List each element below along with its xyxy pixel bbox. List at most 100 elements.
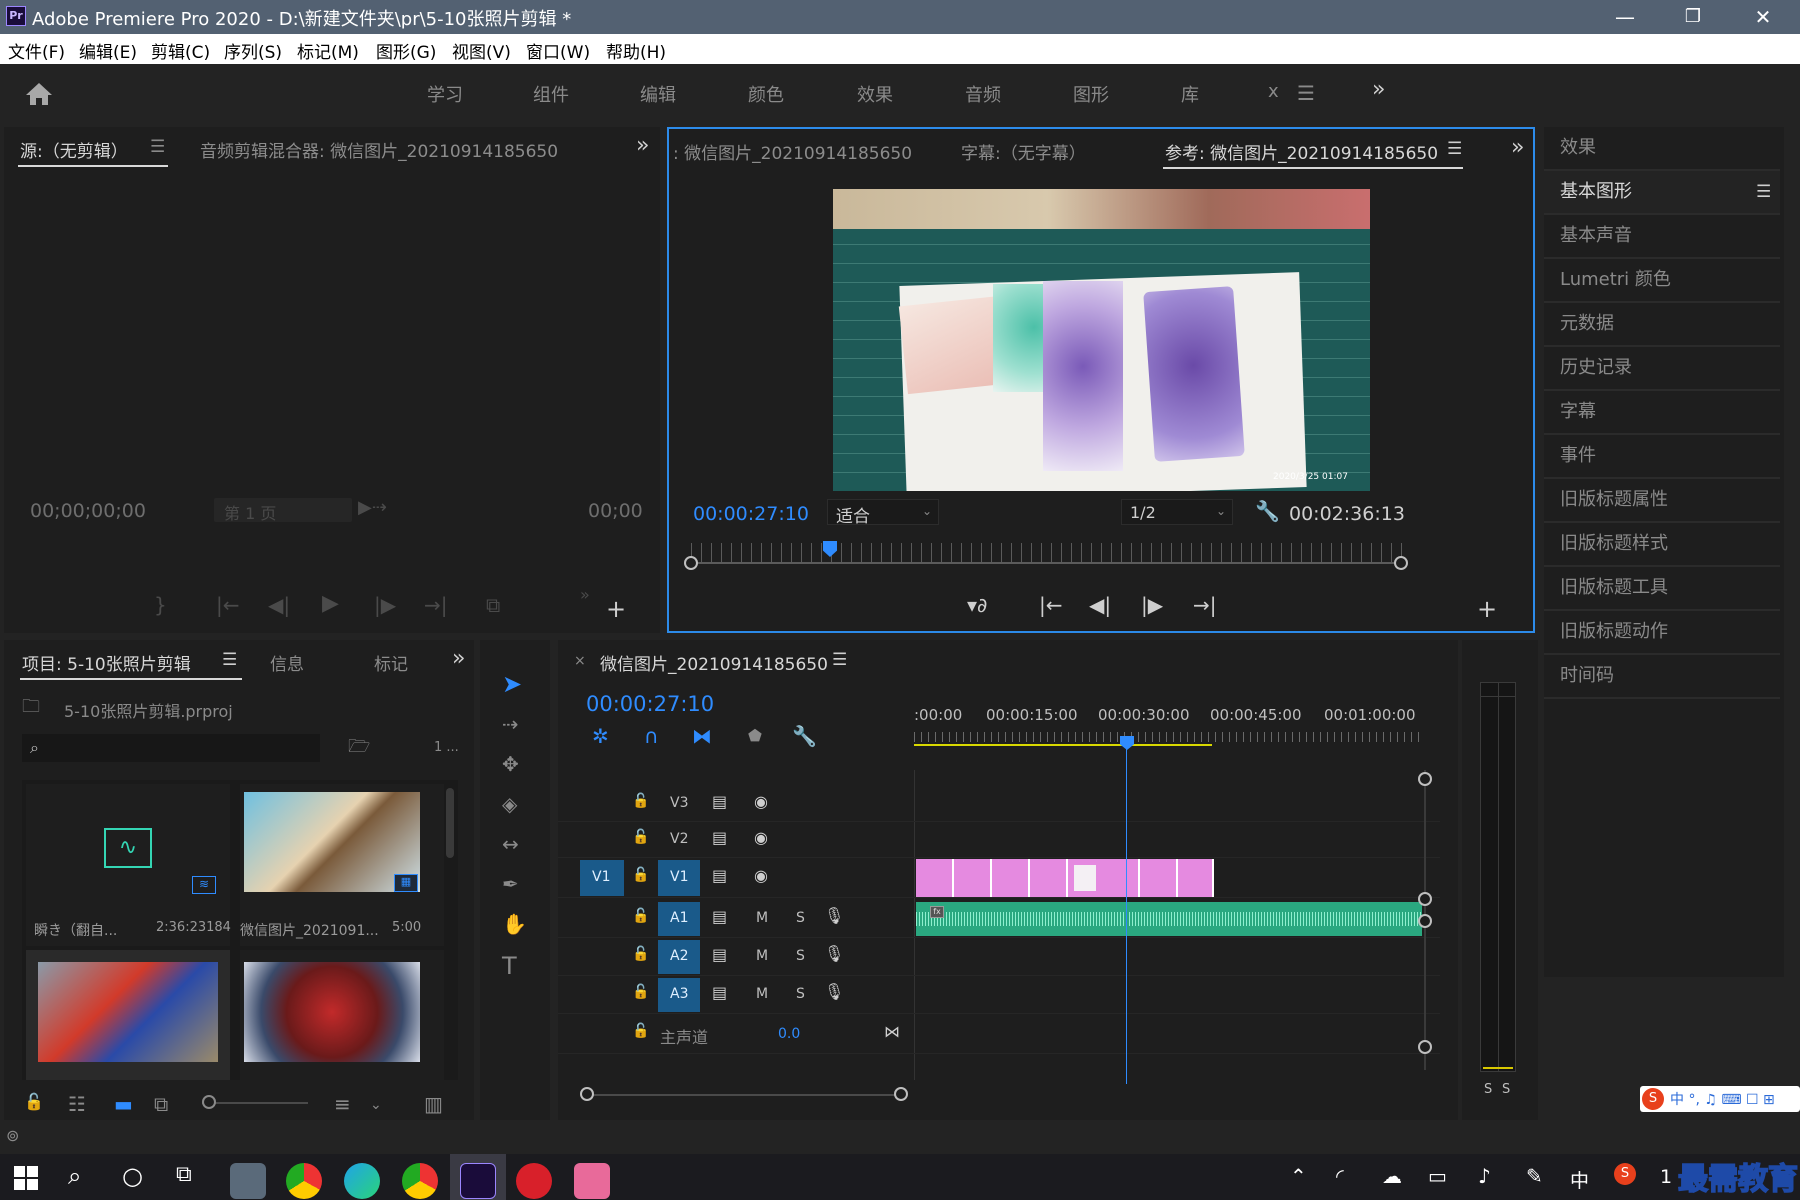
mute-button[interactable]: M — [756, 910, 768, 926]
resolution-dropdown[interactable]: 1/2 ⌄ — [1121, 499, 1233, 525]
lock-icon[interactable]: 🔓 — [632, 985, 649, 999]
eye-icon[interactable]: ◉ — [754, 794, 768, 810]
panel-captions[interactable]: 字幕 — [1544, 391, 1780, 435]
snap-icon[interactable]: ∩ — [644, 726, 659, 746]
workspace-menu-icon[interactable]: ☰ — [1297, 81, 1315, 105]
microphone-icon[interactable]: 🎙 — [824, 908, 844, 924]
tab-audio-clip-mixer[interactable]: 音频剪辑混合器: 微信图片_20210914185650 — [200, 137, 558, 162]
program-menu-icon[interactable]: ☰ — [1447, 141, 1462, 158]
clock[interactable]: 1 — [1660, 1166, 1672, 1188]
source-patch-v1[interactable]: V1 — [580, 860, 624, 896]
panel-effects[interactable]: 效果 — [1544, 127, 1780, 171]
meter-solo-left[interactable]: S — [1484, 1082, 1492, 1097]
image-clip[interactable] — [954, 859, 992, 897]
microphone-icon[interactable]: 🎙 — [824, 946, 844, 962]
edge-icon[interactable] — [344, 1163, 380, 1199]
workspace-assembly[interactable]: 组件 — [533, 81, 569, 107]
tab-project[interactable]: 项目: 5-10张照片剪辑 — [22, 650, 191, 675]
panel-legacy-title-tools[interactable]: 旧版标题工具 — [1544, 567, 1780, 611]
project-menu-icon[interactable]: ☰ — [222, 652, 237, 669]
razor-tool-icon[interactable]: ◈ — [502, 794, 517, 814]
ime-toolbar[interactable]: S 中 °, ♫ ⌨ ☐ ⊞ — [1640, 1086, 1800, 1112]
media-item-image[interactable]: ▦ 微信图片_2021091... 5:00 — [240, 784, 444, 946]
lock-icon[interactable]: 🔓 — [632, 909, 649, 923]
menu-file[interactable]: 文件(F) — [8, 38, 65, 63]
video-app-icon[interactable] — [574, 1163, 610, 1199]
input-language[interactable]: 中 — [1570, 1166, 1589, 1193]
menu-help[interactable]: 帮助(H) — [606, 38, 666, 63]
tab-markers[interactable]: 标记 — [374, 650, 408, 675]
panel-legacy-title-actions[interactable]: 旧版标题动作 — [1544, 611, 1780, 655]
close-button[interactable]: ✕ — [1736, 2, 1790, 32]
time-ruler[interactable]: :00:00 00:00:15:00 00:00:30:00 00:00:45:… — [914, 694, 1444, 764]
mark-out-icon[interactable]: } — [154, 595, 167, 615]
zoom-slider[interactable] — [202, 1102, 308, 1104]
essential-graphics-menu-icon[interactable]: ☰ — [1756, 184, 1771, 201]
track-target-a1[interactable]: A1 — [658, 902, 700, 936]
marker-icon[interactable]: ▾∂ — [967, 595, 987, 615]
master-volume[interactable]: 0.0 — [778, 1026, 800, 1042]
fit-dropdown[interactable]: 适合 ⌄ — [827, 499, 939, 527]
panel-timecode[interactable]: 时间码 — [1544, 655, 1780, 699]
track-target-a3[interactable]: A3 — [658, 978, 700, 1012]
menu-window[interactable]: 窗口(W) — [526, 38, 590, 63]
zoom-handle-right[interactable] — [894, 1087, 908, 1101]
maximize-button[interactable]: ❐ — [1666, 2, 1720, 32]
tab-captions[interactable]: 字幕:（无字幕） — [961, 139, 1086, 164]
lock-icon[interactable]: 🔓 — [632, 794, 649, 808]
workspace-close-icon[interactable]: x — [1268, 81, 1279, 102]
lock-icon[interactable]: 🔓 — [632, 868, 649, 882]
track-target-a2[interactable]: A2 — [658, 940, 700, 974]
eye-icon[interactable]: ◉ — [754, 868, 768, 884]
media-item-mario[interactable] — [26, 950, 230, 1080]
media-item-audio[interactable]: ∿ ≋ 瞬き（翻自... 2:36:23184 — [26, 784, 231, 946]
add-marker-icon[interactable]: ⬟ — [748, 728, 762, 744]
panel-legacy-title-properties[interactable]: 旧版标题属性 — [1544, 479, 1780, 523]
ripple-edit-tool-icon[interactable]: ✥ — [502, 754, 519, 774]
horizontal-scrollbar[interactable] — [588, 1094, 906, 1096]
tab-sequence[interactable]: 微信图片_20210914185650 — [600, 650, 828, 675]
sync-lock-icon[interactable]: ▤ — [712, 830, 727, 846]
freeform-view-icon[interactable]: ⧉ — [154, 1094, 168, 1114]
lock-icon[interactable]: 🔓 — [24, 1094, 44, 1110]
hand-tool-icon[interactable]: ✋ — [502, 914, 527, 934]
sequence-menu-icon[interactable]: ☰ — [832, 652, 847, 669]
tab-reference[interactable]: 参考: 微信图片_20210914185650 — [1165, 139, 1438, 164]
button-editor-plus-icon[interactable]: + — [1477, 597, 1497, 621]
page-selector[interactable]: 第 1 页 — [214, 498, 352, 523]
linked-selection-icon[interactable]: ⧓ — [692, 726, 712, 746]
zoom-slider-handle[interactable] — [202, 1095, 216, 1109]
solo-button[interactable]: S — [796, 986, 805, 1002]
lock-icon[interactable]: 🔓 — [632, 830, 649, 844]
nest-icon[interactable]: ✲ — [592, 726, 609, 746]
media-item-spiderman[interactable] — [240, 950, 444, 1080]
tray-chevron-icon[interactable]: ⌃ — [1290, 1166, 1307, 1186]
work-area-bar[interactable] — [914, 744, 1212, 746]
menu-graphics[interactable]: 图形(G) — [376, 38, 436, 63]
sync-lock-icon[interactable]: ▤ — [712, 985, 727, 1001]
sort-icon[interactable]: ≡ — [334, 1094, 351, 1114]
zoom-handle-left[interactable] — [580, 1087, 594, 1101]
workspace-audio[interactable]: 音频 — [965, 81, 1001, 107]
sync-lock-icon[interactable]: ▤ — [712, 868, 727, 884]
mute-button[interactable]: M — [756, 986, 768, 1002]
automate-icon[interactable]: ▥ — [424, 1094, 443, 1114]
minimize-button[interactable]: — — [1598, 2, 1652, 32]
step-forward-icon[interactable]: |▶ — [1141, 595, 1163, 615]
workspace-color[interactable]: 颜色 — [748, 81, 784, 107]
microphone-icon[interactable]: 🎙 — [824, 984, 844, 1000]
home-icon[interactable] — [24, 81, 54, 107]
sync-lock-icon[interactable]: ▤ — [712, 947, 727, 963]
sogou-tray-icon[interactable]: S — [1614, 1163, 1636, 1185]
project-overflow-icon[interactable]: » — [452, 648, 465, 670]
step-back-icon[interactable]: ◀| — [1089, 595, 1111, 615]
timeline-settings-icon[interactable]: 🔧 — [792, 726, 817, 746]
type-tool-icon[interactable]: T — [502, 954, 517, 978]
chevron-down-icon[interactable]: ⌄ — [370, 1098, 382, 1112]
menu-view[interactable]: 视图(V) — [452, 38, 511, 63]
solo-button[interactable]: S — [796, 948, 805, 964]
mute-button[interactable]: M — [756, 948, 768, 964]
lock-icon[interactable]: 🔓 — [632, 947, 649, 961]
scroll-handle[interactable] — [1418, 1040, 1432, 1054]
netease-music-icon[interactable] — [516, 1163, 552, 1199]
